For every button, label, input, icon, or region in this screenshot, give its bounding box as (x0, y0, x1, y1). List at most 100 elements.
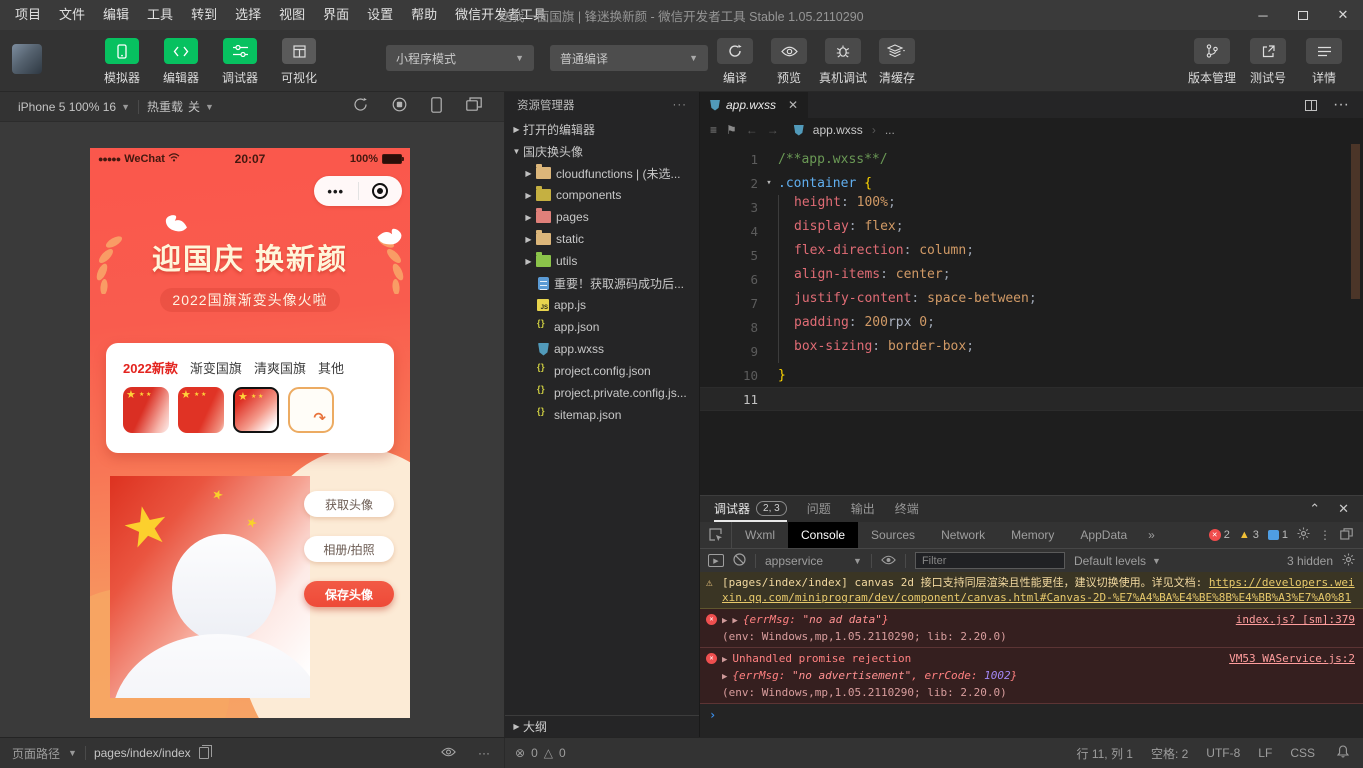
menu-item[interactable]: 文件 (50, 0, 94, 30)
console-prompt[interactable]: › (700, 704, 1363, 726)
kebab-menu-icon[interactable]: ⋮ (1319, 528, 1331, 542)
visualizer-toggle-button[interactable]: 可视化 (275, 38, 323, 86)
eye-icon[interactable] (441, 746, 456, 760)
log-levels-select[interactable]: Default levels▼ (1074, 554, 1161, 568)
rotate-icon[interactable] (353, 97, 368, 116)
expand-icon[interactable]: ▶ (722, 616, 727, 626)
more-options-button[interactable]: ••• (314, 184, 358, 199)
hot-reload-select[interactable]: 热重载 关 ▼ (139, 92, 222, 121)
remote-debug-button[interactable]: 真机调试 (818, 38, 868, 86)
tree-row[interactable]: project.config.json (505, 360, 699, 382)
device-select[interactable]: iPhone 5 100% 16▼ (10, 92, 138, 121)
menu-item[interactable]: 转到 (182, 0, 226, 30)
restore-button[interactable] (1283, 0, 1323, 30)
tree-row[interactable]: 重要！获取源码成功后... (505, 272, 699, 294)
devtools-tab-appdata[interactable]: AppData (1067, 522, 1140, 548)
menu-item[interactable]: 帮助 (402, 0, 446, 30)
menu-item[interactable]: 工具 (138, 0, 182, 30)
tree-row[interactable]: ▶static (505, 228, 699, 250)
more-actions-icon[interactable]: ··· (1333, 96, 1349, 114)
undock-icon[interactable] (1340, 528, 1353, 543)
tree-row[interactable]: ▶cloudfunctions | (未选... (505, 162, 699, 184)
problems-warning-count[interactable]: 0 (559, 746, 566, 760)
code-line[interactable]: 8padding: 200rpx 0; (700, 315, 1363, 339)
preview-button[interactable]: 预览 (764, 38, 814, 86)
devtools-tab-network[interactable]: Network (928, 522, 998, 548)
user-avatar[interactable] (12, 44, 42, 74)
console-sidebar-icon[interactable]: ▶ (708, 554, 724, 567)
problems-error-icon[interactable]: ⊗ (515, 746, 525, 760)
expand-icon[interactable]: ▶ (732, 616, 737, 626)
source-link[interactable]: index.js? [sm]:379 (1236, 612, 1355, 627)
code-line[interactable]: 5flex-direction: column; (700, 243, 1363, 267)
tree-row[interactable]: ▼国庆换头像 (505, 140, 699, 162)
more-styles-thumb[interactable]: ↷ (288, 387, 334, 433)
menu-item[interactable]: 视图 (270, 0, 314, 30)
status-item[interactable]: 行 11, 列 1 (1076, 745, 1132, 762)
card-tab[interactable]: 清爽国旗 (254, 358, 306, 377)
scrollbar-decoration[interactable] (1351, 144, 1360, 299)
compile-button[interactable]: 编译 (710, 38, 760, 86)
bell-icon[interactable] (1337, 745, 1349, 761)
devtools-tab-sources[interactable]: Sources (858, 522, 928, 548)
code-line[interactable]: 1/**app.wxss**/ (700, 147, 1363, 171)
editor-toggle-button[interactable]: 编辑器 (157, 38, 205, 86)
tree-row[interactable]: app.json (505, 316, 699, 338)
bookmark-icon[interactable]: ⚑ (726, 123, 737, 137)
phone-button[interactable]: 获取头像 (304, 491, 394, 517)
close-button[interactable]: ✕ (1323, 0, 1363, 30)
clear-console-icon[interactable] (733, 553, 746, 569)
menu-item[interactable]: 编辑 (94, 0, 138, 30)
outline-section[interactable]: ▶ 大纲 (505, 715, 699, 737)
code-line[interactable]: 4display: flex; (700, 219, 1363, 243)
nav-back-icon[interactable]: ← (746, 123, 758, 137)
tree-row[interactable]: app.js (505, 294, 699, 316)
code-line[interactable]: 7justify-content: space-between; (700, 291, 1363, 315)
devtools-tab-wxml[interactable]: Wxml (732, 522, 788, 548)
tree-row[interactable]: ▶utils (505, 250, 699, 272)
card-tab[interactable]: 渐变国旗 (190, 358, 242, 377)
filter-input[interactable] (915, 552, 1065, 569)
test-account-button[interactable]: 测试号 (1243, 38, 1293, 86)
code-editor[interactable]: 1/**app.wxss**/2▾.container {3height: 10… (700, 142, 1363, 495)
status-item[interactable]: LF (1258, 746, 1272, 760)
tab-debugger[interactable]: 调试器 2, 3 (714, 496, 787, 522)
split-editor-icon[interactable] (1305, 100, 1317, 111)
more-actions-icon[interactable]: ··· (673, 99, 688, 111)
breadcrumb-more[interactable]: ... (885, 123, 895, 137)
hidden-count[interactable]: 3 hidden (1287, 554, 1333, 568)
console-settings-gear-icon[interactable] (1342, 553, 1355, 569)
version-control-button[interactable]: 版本管理 (1187, 38, 1237, 86)
info-count[interactable]: 1 (1268, 529, 1288, 541)
status-item[interactable]: CSS (1290, 746, 1315, 760)
menu-item[interactable]: 选择 (226, 0, 270, 30)
card-tab[interactable]: 2022新款 (123, 358, 178, 377)
code-line[interactable]: 11 (700, 387, 1363, 411)
tree-row[interactable]: ▶components (505, 184, 699, 206)
menu-item[interactable]: 项目 (6, 0, 50, 30)
flag-thumb[interactable]: ★★ ★ (123, 387, 169, 433)
code-line[interactable]: 10} (700, 363, 1363, 387)
tree-row[interactable]: ▶打开的编辑器 (505, 118, 699, 140)
status-item[interactable]: UTF-8 (1206, 746, 1240, 760)
expand-icon[interactable]: ▶ (722, 655, 727, 665)
error-count[interactable]: ✕2 (1209, 529, 1230, 541)
code-line[interactable]: 6align-items: center; (700, 267, 1363, 291)
code-line[interactable]: 3height: 100%; (700, 195, 1363, 219)
more-actions-icon[interactable]: ··· (478, 746, 490, 760)
details-button[interactable]: 详情 (1299, 38, 1349, 86)
devtools-tab-console[interactable]: Console (788, 522, 858, 548)
code-line[interactable]: 2▾.container { (700, 171, 1363, 195)
tree-row[interactable]: app.wxss (505, 338, 699, 360)
tab-app-wxss[interactable]: app.wxss ✕ (700, 92, 808, 118)
phone-button[interactable]: 保存头像 (304, 581, 394, 607)
code-line[interactable]: 9box-sizing: border-box; (700, 339, 1363, 363)
fold-icon[interactable]: ▾ (760, 178, 778, 188)
phone-frame-icon[interactable] (431, 97, 442, 116)
debugger-toggle-button[interactable]: 调试器 (216, 38, 264, 86)
menu-item[interactable]: 界面 (314, 0, 358, 30)
breadcrumb-file[interactable]: app.wxss (813, 123, 863, 137)
tree-row[interactable]: project.private.config.js... (505, 382, 699, 404)
phone-button[interactable]: 相册/拍照 (304, 536, 394, 562)
tab-problems[interactable]: 问题 (807, 496, 831, 522)
